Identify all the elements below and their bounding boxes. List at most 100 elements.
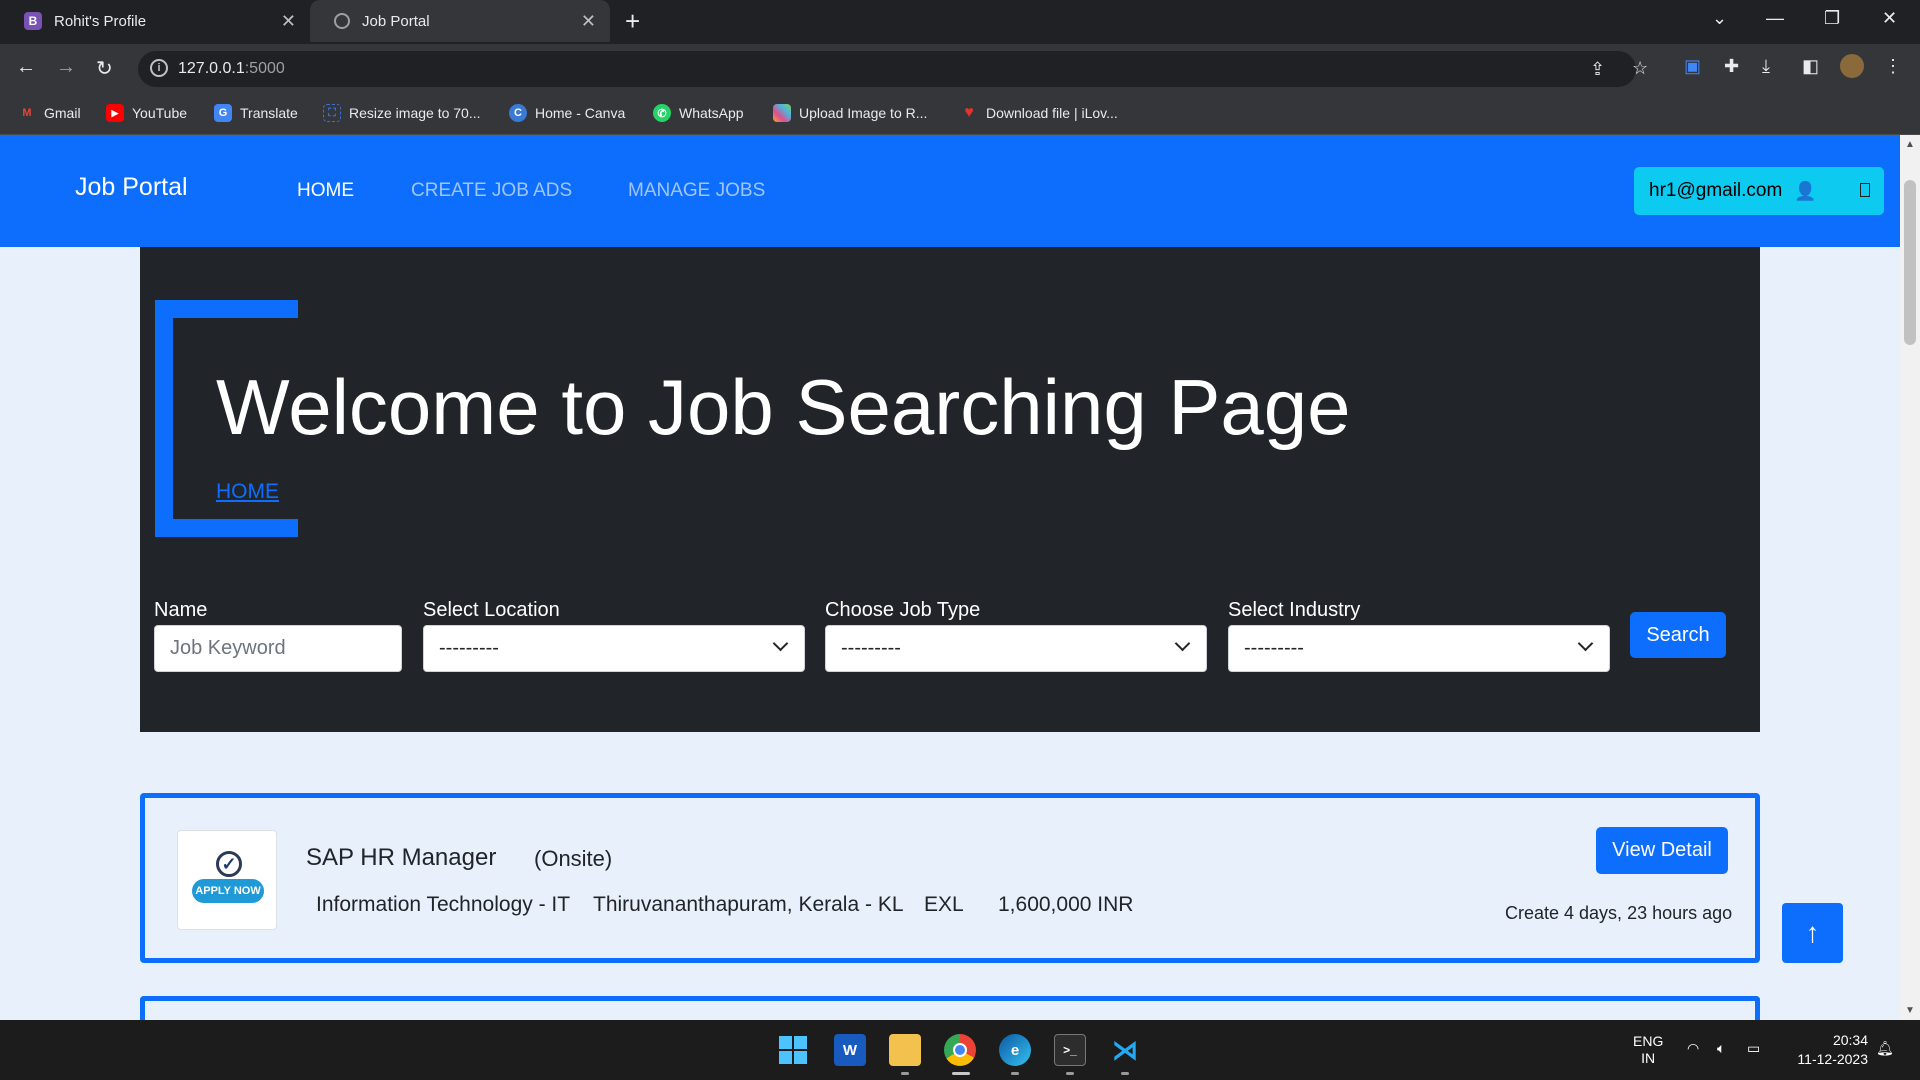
nav-create-job-ads[interactable]: CREATE JOB ADS [411,180,572,202]
chevron-down-icon [772,635,789,652]
web-page: Job Portal HOME CREATE JOB ADS MANAGE JO… [0,135,1900,1020]
running-indicator [901,1072,909,1075]
restore-icon[interactable]: ❐ [1824,8,1840,29]
location-label: Select Location [423,599,560,621]
user-menu-button[interactable]: hr1@gmail.com 👤 [1634,167,1884,215]
bookmark-label: Resize image to 70... [349,105,481,121]
job-company: EXL [924,893,964,916]
job-title: SAP HR Manager [306,844,497,871]
running-indicator [1066,1072,1074,1075]
bookmark-label: YouTube [132,105,188,121]
nav-home[interactable]: HOME [297,180,354,202]
close-tab-icon[interactable]: ✕ [281,11,296,32]
canva-icon: C [509,104,527,122]
user-email: hr1@gmail.com [1649,180,1783,201]
clock[interactable]: 20:34 11-12-2023 [1786,1031,1868,1069]
windows-taskbar: W e >_ ⋊ ENG IN ◠ 🔈︎ ▭ 20:34 11-12-2023 … [0,1020,1920,1080]
menu-kebab-icon[interactable]: ⋮ [1884,56,1902,77]
bookmark-label: Home - Canva [535,105,626,121]
scrollbar-thumb[interactable] [1904,180,1916,345]
close-tab-icon[interactable]: ✕ [581,11,596,32]
job-type-select-value: --------- [841,637,901,659]
location-select[interactable]: --------- [423,625,805,672]
site-navbar: Job Portal HOME CREATE JOB ADS MANAGE JO… [0,135,1900,247]
job-industry: Information Technology - IT [316,893,571,916]
scroll-down-icon[interactable]: ▼ [1905,1005,1915,1016]
url-text: 127.0.0.1:5000 [178,60,285,77]
download-icon[interactable]: ⤓ [1762,56,1770,77]
tab-label: Job Portal [362,12,430,30]
job-keyword-input[interactable]: Job Keyword [154,625,402,672]
bookmark-canva[interactable]: C Home - Canva [509,104,625,122]
tab-rohits-profile[interactable]: B Rohit's Profile ✕ [0,0,310,42]
lang-text: ENG [1633,1033,1664,1049]
bookmark-star-icon[interactable]: ☆ [1632,58,1648,79]
tab-job-portal[interactable]: Job Portal ✕ [310,0,610,42]
name-label: Name [154,599,208,621]
industry-label: Select Industry [1228,599,1361,621]
back-to-top-button[interactable]: ↑ [1782,903,1843,963]
view-detail-button[interactable]: View Detail [1596,827,1728,874]
bookmark-upload-image[interactable]: ■ Upload Image to R... [773,104,927,122]
date-text: 11-12-2023 [1797,1051,1868,1067]
scroll-up-icon[interactable]: ▲ [1905,139,1915,150]
new-tab-icon[interactable]: + [625,6,640,37]
gmail-icon: M [22,107,32,119]
bookmark-whatsapp[interactable]: ✆ WhatsApp [653,104,744,122]
volume-icon[interactable]: 🔈︎ [1717,1040,1725,1057]
hero-section: Welcome to Job Searching Page HOME Name … [140,247,1760,732]
job-salary: 1,600,000 INR [998,893,1134,916]
bookmark-youtube[interactable]: ▶ YouTube [106,104,187,122]
close-window-icon[interactable]: ✕ [1882,8,1897,29]
tab-search-chevron-icon[interactable]: ⌄ [1712,8,1727,29]
bootstrap-favicon-icon: B [24,12,42,30]
bookmark-gmail[interactable]: M Gmail [18,104,80,122]
language-indicator[interactable]: ENG IN [1633,1033,1663,1067]
vscode-icon[interactable]: ⋊ [1109,1034,1141,1066]
chrome-icon[interactable] [944,1034,976,1066]
whatsapp-icon: ✆ [653,104,671,122]
reload-icon[interactable]: ↻ [96,56,113,81]
extensions-puzzle-icon[interactable]: ✚ [1724,56,1739,77]
nav-manage-jobs[interactable]: MANAGE JOBS [628,180,765,202]
site-brand[interactable]: Job Portal [75,173,188,202]
profile-avatar[interactable] [1840,54,1864,78]
industry-select-value: --------- [1244,637,1304,659]
side-panel-icon[interactable]: ◧ [1802,56,1819,77]
bookmark-label: Upload Image to R... [799,105,928,121]
translate-extension-icon[interactable]: ▣ [1684,56,1701,77]
site-info-icon[interactable]: i [150,59,168,77]
region-text: IN [1641,1050,1656,1066]
minimize-icon[interactable]: — [1766,8,1784,29]
industry-select[interactable]: --------- [1228,625,1610,672]
share-icon[interactable]: ⇪ [1590,59,1605,80]
bookmark-ilovepdf[interactable]: ♥ Download file | iLov... [960,104,1118,122]
file-explorer-icon[interactable] [889,1034,921,1066]
battery-icon[interactable]: ▭ [1747,1040,1760,1057]
terminal-icon[interactable]: >_ [1054,1034,1086,1066]
chevron-down-icon [1577,635,1594,652]
browser-chrome: B Rohit's Profile ✕ Job Portal ✕ + ⌄ — ❐… [0,0,1920,135]
running-indicator [1011,1072,1019,1075]
job-card [140,996,1760,1020]
edge-icon[interactable]: e [999,1034,1031,1066]
breadcrumb-home[interactable]: HOME [216,480,279,504]
job-mode: (Onsite) [534,846,613,871]
page-scrollbar[interactable]: ▲ ▼ [1900,135,1920,1020]
active-indicator [952,1072,970,1075]
company-logo: ✓ APPLY NOW [177,830,277,930]
bookmark-translate[interactable]: G Translate [214,104,298,122]
forward-icon[interactable]: → [56,56,76,79]
windows-start-icon[interactable] [777,1034,809,1066]
youtube-icon: ▶ [106,104,124,122]
search-button[interactable]: Search [1630,612,1726,658]
back-icon[interactable]: ← [16,56,36,79]
word-icon[interactable]: W [834,1034,866,1066]
location-select-value: --------- [439,637,499,659]
checkmark-icon: ✓ [216,851,242,877]
notification-bell-icon[interactable]: 🔔︎ [1876,1040,1894,1057]
wifi-icon[interactable]: ◠ [1687,1040,1699,1057]
address-bar[interactable]: i 127.0.0.1:5000 ⇪ ☆ [138,51,1648,87]
job-type-select[interactable]: --------- [825,625,1207,672]
bookmark-resize-image[interactable]: ⛶ Resize image to 70... [323,104,481,122]
